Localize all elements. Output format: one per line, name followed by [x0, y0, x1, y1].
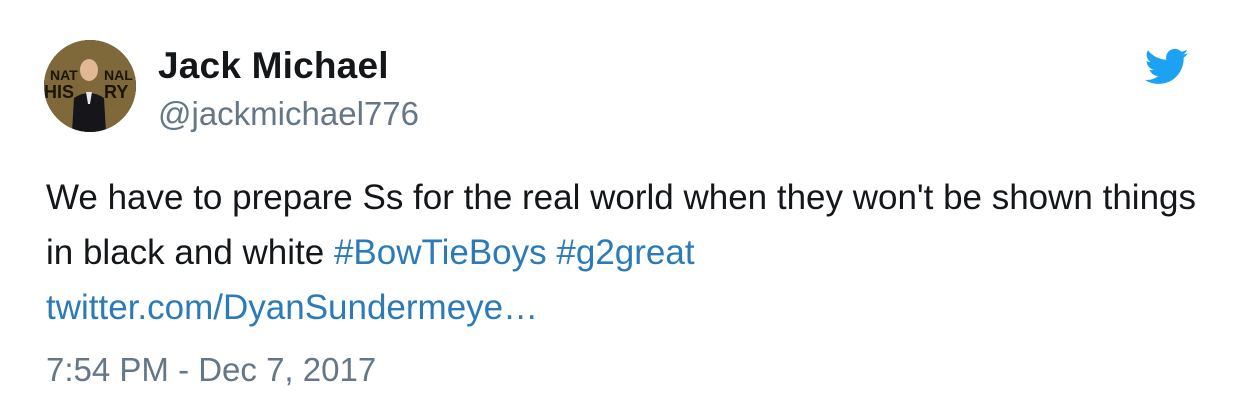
- quoted-tweet-link[interactable]: twitter.com/DyanSundermeye…: [46, 288, 538, 327]
- author-display-name[interactable]: Jack Michael: [158, 44, 389, 88]
- hashtag-link[interactable]: #g2great: [556, 233, 694, 272]
- svg-text:RY: RY: [104, 82, 128, 102]
- tweet-timestamp[interactable]: 7:54 PM - Dec 7, 2017: [46, 350, 376, 390]
- avatar[interactable]: NAT NAL HIS RY: [44, 40, 136, 132]
- avatar-text-nal: NAL: [104, 67, 133, 83]
- tweet-text: We have to prepare Ss for the real world…: [46, 170, 1196, 335]
- twitter-bird-icon[interactable]: [1145, 48, 1189, 86]
- twitter-bird-icon-svg: [1145, 48, 1189, 84]
- avatar-image: NAT NAL HIS RY: [44, 40, 136, 132]
- hashtag-link[interactable]: #BowTieBoys: [334, 233, 547, 272]
- avatar-text-history: HIS: [44, 82, 74, 102]
- avatar-text-national: NAT: [50, 67, 78, 83]
- author-handle[interactable]: @jackmichael776: [158, 94, 419, 134]
- tweet-card: NAT NAL HIS RY Jack Michael @jackmichael…: [0, 0, 1238, 410]
